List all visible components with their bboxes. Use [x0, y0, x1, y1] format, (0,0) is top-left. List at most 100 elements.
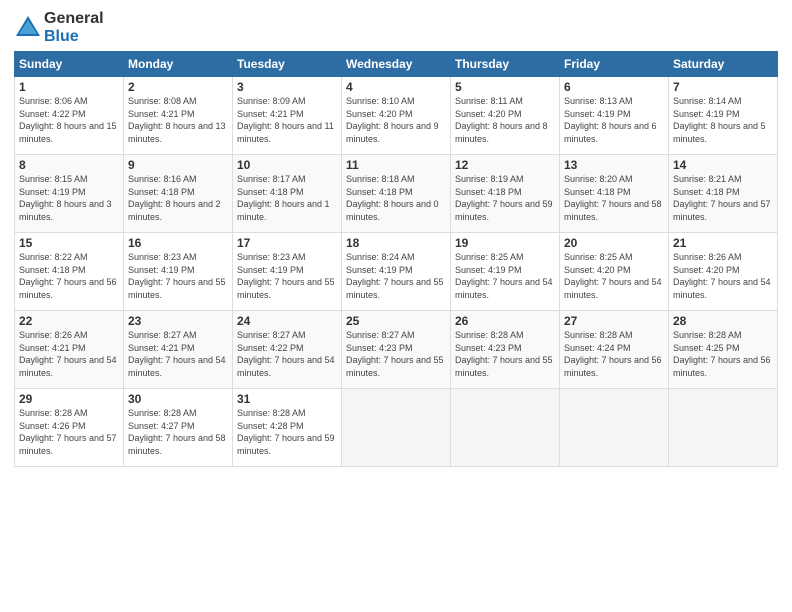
day-number: 19: [455, 236, 555, 250]
calendar-week-row: 8 Sunrise: 8:15 AMSunset: 4:19 PMDayligh…: [15, 155, 778, 233]
calendar-cell: 19 Sunrise: 8:25 AMSunset: 4:19 PMDaylig…: [451, 233, 560, 311]
calendar-cell: 10 Sunrise: 8:17 AMSunset: 4:18 PMDaylig…: [233, 155, 342, 233]
day-number: 23: [128, 314, 228, 328]
day-number: 5: [455, 80, 555, 94]
day-info: Sunrise: 8:28 AMSunset: 4:25 PMDaylight:…: [673, 329, 773, 379]
day-info: Sunrise: 8:26 AMSunset: 4:21 PMDaylight:…: [19, 329, 119, 379]
day-number: 21: [673, 236, 773, 250]
day-info: Sunrise: 8:13 AMSunset: 4:19 PMDaylight:…: [564, 95, 664, 145]
day-info: Sunrise: 8:23 AMSunset: 4:19 PMDaylight:…: [128, 251, 228, 301]
day-number: 13: [564, 158, 664, 172]
day-info: Sunrise: 8:25 AMSunset: 4:19 PMDaylight:…: [455, 251, 555, 301]
weekday-header-cell: Monday: [124, 52, 233, 77]
day-info: Sunrise: 8:09 AMSunset: 4:21 PMDaylight:…: [237, 95, 337, 145]
day-number: 10: [237, 158, 337, 172]
calendar-cell: 31 Sunrise: 8:28 AMSunset: 4:28 PMDaylig…: [233, 389, 342, 467]
calendar-cell: 27 Sunrise: 8:28 AMSunset: 4:24 PMDaylig…: [560, 311, 669, 389]
day-number: 7: [673, 80, 773, 94]
calendar-cell: 4 Sunrise: 8:10 AMSunset: 4:20 PMDayligh…: [342, 77, 451, 155]
day-info: Sunrise: 8:28 AMSunset: 4:23 PMDaylight:…: [455, 329, 555, 379]
day-info: Sunrise: 8:27 AMSunset: 4:22 PMDaylight:…: [237, 329, 337, 379]
day-number: 30: [128, 392, 228, 406]
day-info: Sunrise: 8:15 AMSunset: 4:19 PMDaylight:…: [19, 173, 119, 223]
day-number: 15: [19, 236, 119, 250]
day-info: Sunrise: 8:27 AMSunset: 4:23 PMDaylight:…: [346, 329, 446, 379]
day-info: Sunrise: 8:25 AMSunset: 4:20 PMDaylight:…: [564, 251, 664, 301]
day-number: 11: [346, 158, 446, 172]
day-number: 22: [19, 314, 119, 328]
logo-line2: Blue: [44, 28, 104, 46]
calendar-week-row: 29 Sunrise: 8:28 AMSunset: 4:26 PMDaylig…: [15, 389, 778, 467]
day-info: Sunrise: 8:11 AMSunset: 4:20 PMDaylight:…: [455, 95, 555, 145]
calendar-cell: 1 Sunrise: 8:06 AMSunset: 4:22 PMDayligh…: [15, 77, 124, 155]
calendar-cell: 5 Sunrise: 8:11 AMSunset: 4:20 PMDayligh…: [451, 77, 560, 155]
calendar-cell: 14 Sunrise: 8:21 AMSunset: 4:18 PMDaylig…: [669, 155, 778, 233]
day-info: Sunrise: 8:27 AMSunset: 4:21 PMDaylight:…: [128, 329, 228, 379]
calendar-cell: 11 Sunrise: 8:18 AMSunset: 4:18 PMDaylig…: [342, 155, 451, 233]
calendar-cell: 28 Sunrise: 8:28 AMSunset: 4:25 PMDaylig…: [669, 311, 778, 389]
calendar-cell: 29 Sunrise: 8:28 AMSunset: 4:26 PMDaylig…: [15, 389, 124, 467]
weekday-header-cell: Tuesday: [233, 52, 342, 77]
logo-icon: [14, 14, 42, 42]
logo: General Blue: [14, 10, 104, 45]
calendar-table: SundayMondayTuesdayWednesdayThursdayFrid…: [14, 51, 778, 467]
day-info: Sunrise: 8:08 AMSunset: 4:21 PMDaylight:…: [128, 95, 228, 145]
calendar-cell: 21 Sunrise: 8:26 AMSunset: 4:20 PMDaylig…: [669, 233, 778, 311]
calendar-cell: 6 Sunrise: 8:13 AMSunset: 4:19 PMDayligh…: [560, 77, 669, 155]
calendar-cell: 22 Sunrise: 8:26 AMSunset: 4:21 PMDaylig…: [15, 311, 124, 389]
day-number: 4: [346, 80, 446, 94]
day-number: 1: [19, 80, 119, 94]
day-number: 28: [673, 314, 773, 328]
logo-line1: General: [44, 10, 104, 28]
day-number: 9: [128, 158, 228, 172]
day-number: 25: [346, 314, 446, 328]
day-number: 27: [564, 314, 664, 328]
day-info: Sunrise: 8:16 AMSunset: 4:18 PMDaylight:…: [128, 173, 228, 223]
day-number: 14: [673, 158, 773, 172]
weekday-header-cell: Saturday: [669, 52, 778, 77]
calendar-cell: 16 Sunrise: 8:23 AMSunset: 4:19 PMDaylig…: [124, 233, 233, 311]
weekday-header-row: SundayMondayTuesdayWednesdayThursdayFrid…: [15, 52, 778, 77]
calendar-cell: 15 Sunrise: 8:22 AMSunset: 4:18 PMDaylig…: [15, 233, 124, 311]
day-number: 8: [19, 158, 119, 172]
day-info: Sunrise: 8:28 AMSunset: 4:24 PMDaylight:…: [564, 329, 664, 379]
day-number: 20: [564, 236, 664, 250]
day-info: Sunrise: 8:28 AMSunset: 4:26 PMDaylight:…: [19, 407, 119, 457]
calendar-week-row: 1 Sunrise: 8:06 AMSunset: 4:22 PMDayligh…: [15, 77, 778, 155]
day-info: Sunrise: 8:24 AMSunset: 4:19 PMDaylight:…: [346, 251, 446, 301]
day-number: 18: [346, 236, 446, 250]
day-number: 16: [128, 236, 228, 250]
calendar-cell: 12 Sunrise: 8:19 AMSunset: 4:18 PMDaylig…: [451, 155, 560, 233]
day-info: Sunrise: 8:28 AMSunset: 4:28 PMDaylight:…: [237, 407, 337, 457]
calendar-cell: 13 Sunrise: 8:20 AMSunset: 4:18 PMDaylig…: [560, 155, 669, 233]
day-number: 26: [455, 314, 555, 328]
day-number: 3: [237, 80, 337, 94]
calendar-cell: 30 Sunrise: 8:28 AMSunset: 4:27 PMDaylig…: [124, 389, 233, 467]
weekday-header-cell: Sunday: [15, 52, 124, 77]
calendar-cell: 2 Sunrise: 8:08 AMSunset: 4:21 PMDayligh…: [124, 77, 233, 155]
calendar-cell: 9 Sunrise: 8:16 AMSunset: 4:18 PMDayligh…: [124, 155, 233, 233]
day-info: Sunrise: 8:28 AMSunset: 4:27 PMDaylight:…: [128, 407, 228, 457]
day-info: Sunrise: 8:10 AMSunset: 4:20 PMDaylight:…: [346, 95, 446, 145]
calendar-cell: [342, 389, 451, 467]
day-number: 17: [237, 236, 337, 250]
day-number: 29: [19, 392, 119, 406]
calendar-cell: 24 Sunrise: 8:27 AMSunset: 4:22 PMDaylig…: [233, 311, 342, 389]
day-info: Sunrise: 8:23 AMSunset: 4:19 PMDaylight:…: [237, 251, 337, 301]
calendar-body: 1 Sunrise: 8:06 AMSunset: 4:22 PMDayligh…: [15, 77, 778, 467]
day-info: Sunrise: 8:19 AMSunset: 4:18 PMDaylight:…: [455, 173, 555, 223]
calendar-week-row: 22 Sunrise: 8:26 AMSunset: 4:21 PMDaylig…: [15, 311, 778, 389]
calendar-week-row: 15 Sunrise: 8:22 AMSunset: 4:18 PMDaylig…: [15, 233, 778, 311]
calendar-cell: 25 Sunrise: 8:27 AMSunset: 4:23 PMDaylig…: [342, 311, 451, 389]
day-number: 24: [237, 314, 337, 328]
day-info: Sunrise: 8:21 AMSunset: 4:18 PMDaylight:…: [673, 173, 773, 223]
calendar-cell: [451, 389, 560, 467]
day-info: Sunrise: 8:26 AMSunset: 4:20 PMDaylight:…: [673, 251, 773, 301]
day-info: Sunrise: 8:06 AMSunset: 4:22 PMDaylight:…: [19, 95, 119, 145]
weekday-header-cell: Thursday: [451, 52, 560, 77]
calendar-cell: 17 Sunrise: 8:23 AMSunset: 4:19 PMDaylig…: [233, 233, 342, 311]
calendar-cell: 20 Sunrise: 8:25 AMSunset: 4:20 PMDaylig…: [560, 233, 669, 311]
day-info: Sunrise: 8:17 AMSunset: 4:18 PMDaylight:…: [237, 173, 337, 223]
weekday-header-cell: Friday: [560, 52, 669, 77]
calendar-cell: 26 Sunrise: 8:28 AMSunset: 4:23 PMDaylig…: [451, 311, 560, 389]
